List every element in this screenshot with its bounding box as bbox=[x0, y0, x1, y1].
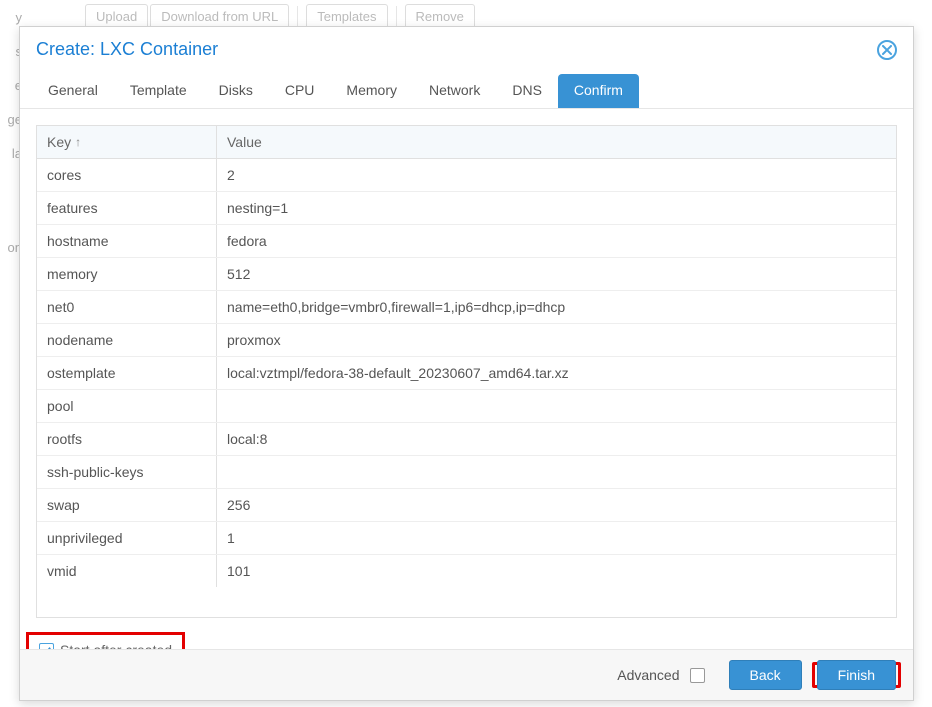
cell-value: 2 bbox=[217, 159, 896, 191]
table-row[interactable]: nodenameproxmox bbox=[37, 324, 896, 357]
grid-header: Key ↑ Value bbox=[37, 126, 896, 159]
cell-key: pool bbox=[37, 390, 217, 422]
cell-value: nesting=1 bbox=[217, 192, 896, 224]
table-row[interactable]: pool bbox=[37, 390, 896, 423]
tab-general[interactable]: General bbox=[32, 74, 114, 108]
table-row[interactable]: memory512 bbox=[37, 258, 896, 291]
summary-grid: Key ↑ Value cores2featuresnesting=1hostn… bbox=[36, 125, 897, 618]
cell-value: 1 bbox=[217, 522, 896, 554]
modal-body: Key ↑ Value cores2featuresnesting=1hostn… bbox=[20, 109, 913, 634]
table-row[interactable]: net0name=eth0,bridge=vmbr0,firewall=1,ip… bbox=[37, 291, 896, 324]
cell-key: nodename bbox=[37, 324, 217, 356]
bg-templates-button[interactable]: Templates bbox=[306, 4, 387, 29]
bg-remove-button[interactable]: Remove bbox=[405, 4, 475, 29]
table-row[interactable]: featuresnesting=1 bbox=[37, 192, 896, 225]
cell-value: local:vztmpl/fedora-38-default_20230607_… bbox=[217, 357, 896, 389]
bg-download-button[interactable]: Download from URL bbox=[150, 4, 289, 29]
tab-cpu[interactable]: CPU bbox=[269, 74, 331, 108]
advanced-checkbox[interactable] bbox=[690, 668, 705, 683]
cell-value bbox=[217, 390, 896, 422]
table-row[interactable]: ostemplatelocal:vztmpl/fedora-38-default… bbox=[37, 357, 896, 390]
cell-key: net0 bbox=[37, 291, 217, 323]
tab-dns[interactable]: DNS bbox=[496, 74, 558, 108]
tab-confirm[interactable]: Confirm bbox=[558, 74, 639, 108]
cell-value bbox=[217, 456, 896, 488]
cell-value: fedora bbox=[217, 225, 896, 257]
close-icon[interactable] bbox=[877, 40, 897, 60]
table-row[interactable]: vmid101 bbox=[37, 555, 896, 587]
cell-key: ostemplate bbox=[37, 357, 217, 389]
cell-value: local:8 bbox=[217, 423, 896, 455]
create-lxc-modal: Create: LXC Container General Template D… bbox=[19, 26, 914, 701]
wizard-tab-strip: General Template Disks CPU Memory Networ… bbox=[20, 64, 913, 109]
cell-value: name=eth0,bridge=vmbr0,firewall=1,ip6=dh… bbox=[217, 291, 896, 323]
cell-key: rootfs bbox=[37, 423, 217, 455]
tab-network[interactable]: Network bbox=[413, 74, 496, 108]
bg-toolbar: Upload Download from URL Templates Remov… bbox=[85, 0, 475, 28]
modal-header: Create: LXC Container bbox=[20, 27, 913, 64]
tab-memory[interactable]: Memory bbox=[330, 74, 413, 108]
cell-key: hostname bbox=[37, 225, 217, 257]
cell-key: features bbox=[37, 192, 217, 224]
cell-key: unprivileged bbox=[37, 522, 217, 554]
table-row[interactable]: cores2 bbox=[37, 159, 896, 192]
header-key-label: Key bbox=[47, 134, 71, 150]
sort-asc-icon: ↑ bbox=[75, 135, 81, 149]
cell-value: 512 bbox=[217, 258, 896, 290]
cell-key: vmid bbox=[37, 555, 217, 587]
cell-value: proxmox bbox=[217, 324, 896, 356]
header-value-label: Value bbox=[227, 134, 262, 150]
header-value[interactable]: Value bbox=[217, 126, 896, 158]
cell-key: ssh-public-keys bbox=[37, 456, 217, 488]
modal-footer: Advanced Back Finish bbox=[20, 649, 913, 700]
grid-empty-space bbox=[37, 587, 896, 617]
modal-title: Create: LXC Container bbox=[36, 39, 218, 60]
back-button[interactable]: Back bbox=[729, 660, 802, 690]
bg-upload-button[interactable]: Upload bbox=[85, 4, 148, 29]
cell-value: 101 bbox=[217, 555, 896, 587]
cell-key: memory bbox=[37, 258, 217, 290]
table-row[interactable]: rootfslocal:8 bbox=[37, 423, 896, 456]
advanced-label: Advanced bbox=[617, 667, 679, 683]
table-row[interactable]: ssh-public-keys bbox=[37, 456, 896, 489]
cell-key: cores bbox=[37, 159, 217, 191]
table-row[interactable]: hostnamefedora bbox=[37, 225, 896, 258]
cell-key: swap bbox=[37, 489, 217, 521]
tab-disks[interactable]: Disks bbox=[203, 74, 269, 108]
table-row[interactable]: unprivileged1 bbox=[37, 522, 896, 555]
finish-button[interactable]: Finish bbox=[817, 660, 896, 690]
toolbar-separator bbox=[396, 6, 397, 26]
grid-rows: cores2featuresnesting=1hostnamefedoramem… bbox=[37, 159, 896, 587]
header-key[interactable]: Key ↑ bbox=[37, 126, 217, 158]
finish-button-highlight: Finish bbox=[812, 662, 901, 688]
tab-template[interactable]: Template bbox=[114, 74, 203, 108]
table-row[interactable]: swap256 bbox=[37, 489, 896, 522]
cell-value: 256 bbox=[217, 489, 896, 521]
toolbar-separator bbox=[297, 6, 298, 26]
